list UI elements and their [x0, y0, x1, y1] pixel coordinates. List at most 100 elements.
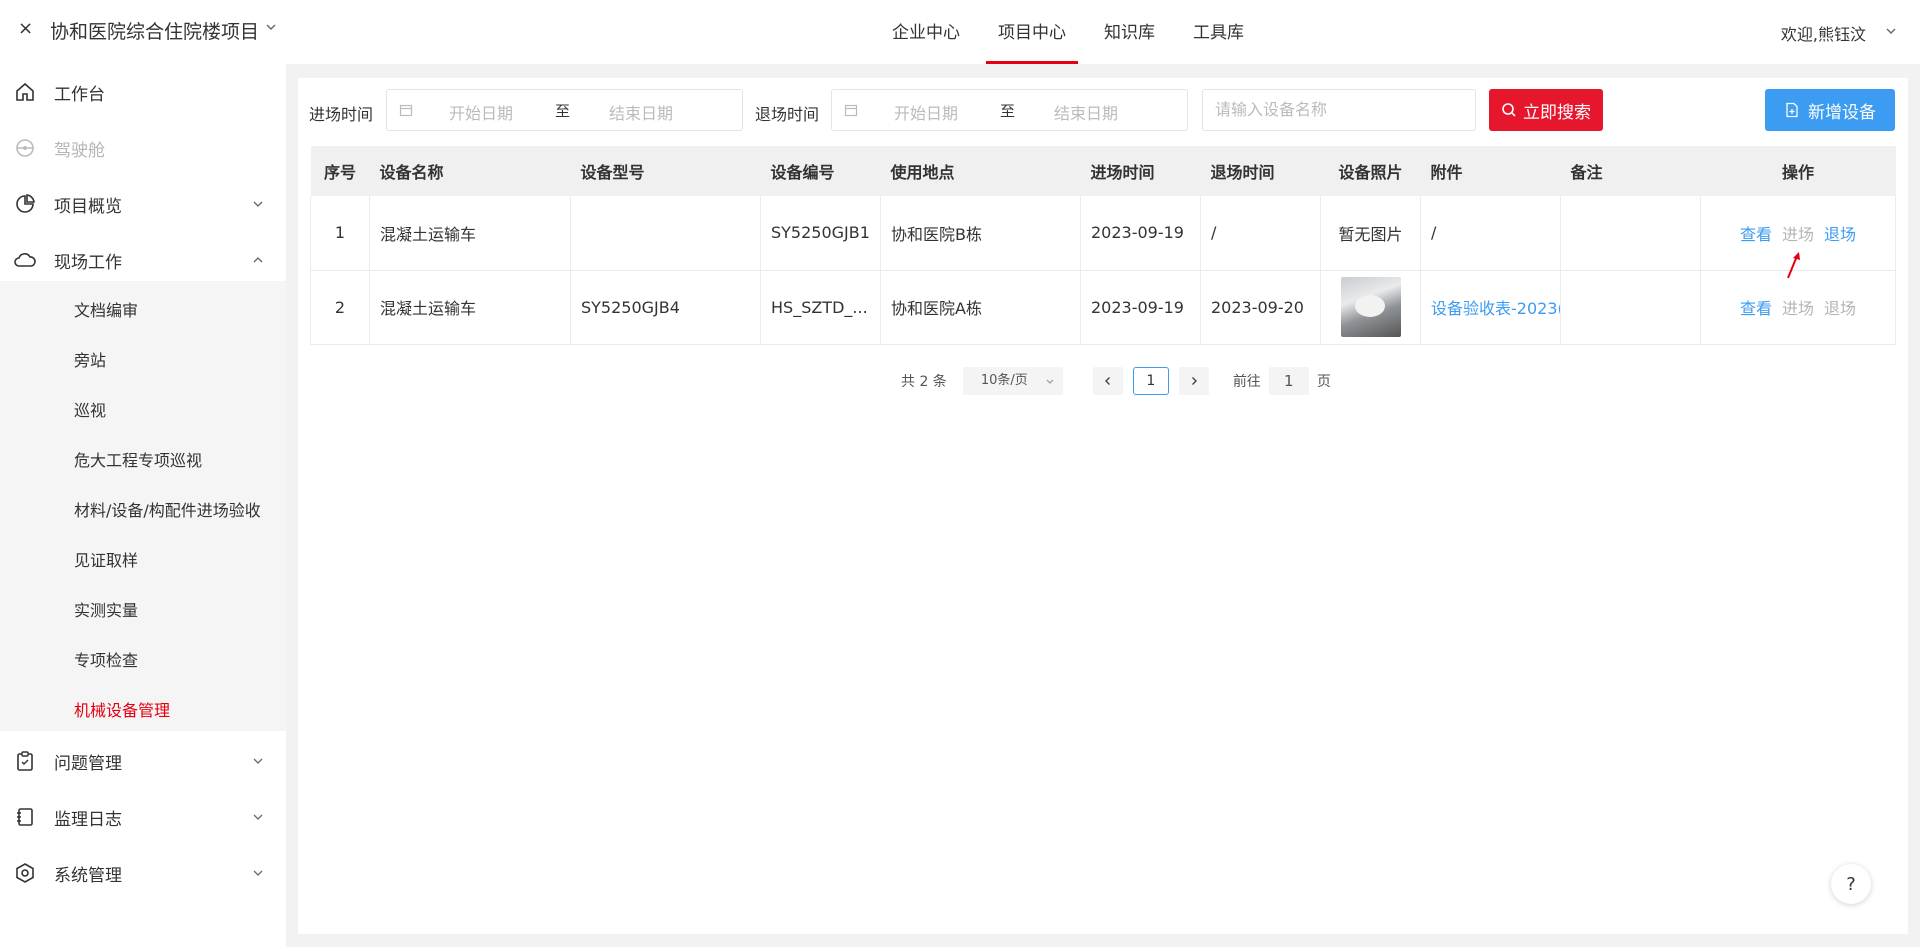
chevron-down-icon — [253, 870, 263, 876]
sidebar-item-label: 项目概览 — [54, 196, 122, 217]
exit-link[interactable]: 退场 — [1824, 225, 1856, 244]
cell-entry-time: 2023-09-19 — [1080, 270, 1201, 345]
chevron-up-icon — [253, 257, 263, 263]
chevron-down-icon — [253, 201, 263, 207]
pagination: 共 2 条 10条/页 1 前往 1 页 — [901, 366, 1331, 396]
cell-index: 2 — [310, 270, 370, 345]
submenu-item-side-station[interactable]: 旁站 — [74, 347, 106, 371]
cell-index: 1 — [310, 196, 370, 271]
sidebar-item-project-overview[interactable]: 项目概览 — [0, 176, 286, 232]
add-file-icon — [1786, 102, 1798, 118]
goto-label: 前往 — [1232, 374, 1261, 390]
column-header: 序号 — [310, 146, 370, 196]
sidebar-item-cockpit[interactable]: 驾驶舱 — [0, 120, 286, 176]
cloud-icon — [14, 249, 36, 271]
prev-page-button[interactable] — [1092, 367, 1123, 395]
page-size-value: 10条/页 — [980, 373, 1028, 388]
column-header: 附件 — [1420, 146, 1561, 196]
table-row: 2 混凝土运输车 SY5250GJB4 HS_SZTD_... 协和医院A栋 2… — [310, 270, 1896, 345]
submenu-item-hazard-patrol[interactable]: 危大工程专项巡视 — [74, 447, 202, 471]
device-name-search-input[interactable]: 请输入设备名称 — [1202, 89, 1476, 131]
entry-time-label: 进场时间 — [309, 105, 374, 124]
add-device-button[interactable]: 新增设备 — [1765, 89, 1895, 131]
chevron-down-icon — [253, 814, 263, 820]
enter-link[interactable]: 进场 — [1782, 299, 1814, 318]
sidebar-item-label: 系统管理 — [54, 865, 122, 886]
sidebar-item-workbench[interactable]: 工作台 — [0, 64, 286, 120]
sidebar-item-label: 驾驶舱 — [54, 140, 105, 161]
exit-date-range[interactable]: 开始日期 至 结束日期 — [831, 89, 1188, 131]
exit-link[interactable]: 退场 — [1824, 299, 1856, 318]
view-link[interactable]: 查看 — [1740, 225, 1772, 244]
chevron-right-icon — [1191, 377, 1197, 385]
sidebar-item-site-work[interactable]: 现场工作 — [0, 232, 286, 288]
submenu-item-measurement[interactable]: 实测实量 — [74, 597, 138, 621]
view-link[interactable]: 查看 — [1740, 299, 1772, 318]
search-button-label: 立即搜索 — [1523, 102, 1591, 123]
close-icon[interactable]: × — [18, 18, 33, 39]
end-date-input[interactable]: 结束日期 — [609, 100, 673, 124]
submenu-item-patrol[interactable]: 巡视 — [74, 397, 106, 421]
search-button[interactable]: 立即搜索 — [1489, 89, 1603, 131]
submenu-item-document-review[interactable]: 文档编审 — [74, 297, 138, 321]
welcome-user[interactable]: 欢迎,熊钰汶 — [1781, 21, 1866, 45]
attachment-link[interactable]: 设备验收表-2023( — [1431, 299, 1560, 318]
goto-page-input[interactable]: 1 — [1268, 367, 1309, 395]
sidebar-item-label: 监理日志 — [54, 809, 122, 830]
column-header: 备注 — [1560, 146, 1701, 196]
column-header: 设备型号 — [570, 146, 761, 196]
sidebar: 工作台 驾驶舱 项目概览 现场工作 文档编审 旁站 巡视 危大工程专项巡视 材料… — [0, 64, 286, 947]
page-size-select[interactable]: 10条/页 — [962, 367, 1063, 395]
cell-exit-time: / — [1200, 196, 1321, 271]
sidebar-item-issue-management[interactable]: 问题管理 — [0, 733, 286, 789]
device-photo-thumbnail[interactable] — [1340, 277, 1401, 337]
submenu-item-machinery-management[interactable]: 机械设备管理 — [74, 697, 170, 721]
submenu-item-witness-sampling[interactable]: 见证取样 — [74, 547, 138, 571]
nav-knowledge-base[interactable]: 知识库 — [1092, 0, 1167, 64]
cell-name: 混凝土运输车 — [369, 196, 571, 271]
pie-chart-icon — [14, 193, 36, 215]
nav-enterprise-center[interactable]: 企业中心 — [880, 0, 972, 64]
calendar-icon — [844, 104, 858, 117]
start-date-input[interactable]: 开始日期 — [894, 100, 958, 124]
table-header-row: 序号 设备名称 设备型号 设备编号 使用地点 进场时间 退场时间 设备照片 附件… — [310, 146, 1896, 196]
site-work-submenu: 文档编审 旁站 巡视 危大工程专项巡视 材料/设备/构配件进场验收 见证取样 实… — [0, 281, 286, 731]
range-separator: 至 — [555, 102, 571, 120]
cell-name: 混凝土运输车 — [369, 270, 571, 345]
submenu-item-special-inspection[interactable]: 专项检查 — [74, 647, 138, 671]
cell-model: SY5250GJB4 — [570, 270, 761, 345]
home-icon — [14, 81, 36, 103]
column-header: 设备编号 — [760, 146, 881, 196]
next-page-button[interactable] — [1178, 367, 1209, 395]
nav-tool-library[interactable]: 工具库 — [1181, 0, 1256, 64]
cell-location: 协和医院A栋 — [880, 270, 1081, 345]
entry-date-range[interactable]: 开始日期 至 结束日期 — [386, 89, 743, 131]
cell-model — [570, 196, 761, 271]
settings-icon — [14, 862, 36, 884]
add-device-button-label: 新增设备 — [1808, 102, 1876, 123]
enter-link[interactable]: 进场 — [1782, 225, 1814, 244]
sidebar-item-system-management[interactable]: 系统管理 — [0, 845, 286, 901]
cell-operations: 查看 进场 退场 — [1700, 270, 1896, 345]
chevron-down-icon[interactable] — [264, 20, 278, 34]
start-date-input[interactable]: 开始日期 — [449, 100, 513, 124]
cell-photo — [1320, 270, 1421, 345]
project-title[interactable]: 协和医院综合住院楼项目 — [50, 17, 259, 44]
cell-remark — [1560, 196, 1701, 271]
sidebar-item-label: 问题管理 — [54, 753, 122, 774]
current-page[interactable]: 1 — [1132, 367, 1169, 395]
nav-project-center[interactable]: 项目中心 — [986, 0, 1078, 64]
sidebar-item-supervision-log[interactable]: 监理日志 — [0, 789, 286, 845]
cell-code: HS_SZTD_... — [760, 270, 881, 345]
pagination-total: 共 2 条 — [901, 374, 947, 390]
submenu-item-material-acceptance[interactable]: 材料/设备/构配件进场验收 — [74, 497, 261, 521]
sidebar-item-label: 现场工作 — [54, 252, 122, 273]
cell-attachment: 设备验收表-2023( — [1420, 270, 1561, 345]
cell-photo: 暂无图片 — [1320, 196, 1421, 271]
column-header: 设备照片 — [1320, 146, 1421, 196]
chevron-down-icon[interactable] — [1884, 24, 1898, 38]
end-date-input[interactable]: 结束日期 — [1054, 100, 1118, 124]
cell-remark — [1560, 270, 1701, 345]
cell-entry-time: 2023-09-19 — [1080, 196, 1201, 271]
help-button[interactable]: ? — [1831, 864, 1871, 904]
